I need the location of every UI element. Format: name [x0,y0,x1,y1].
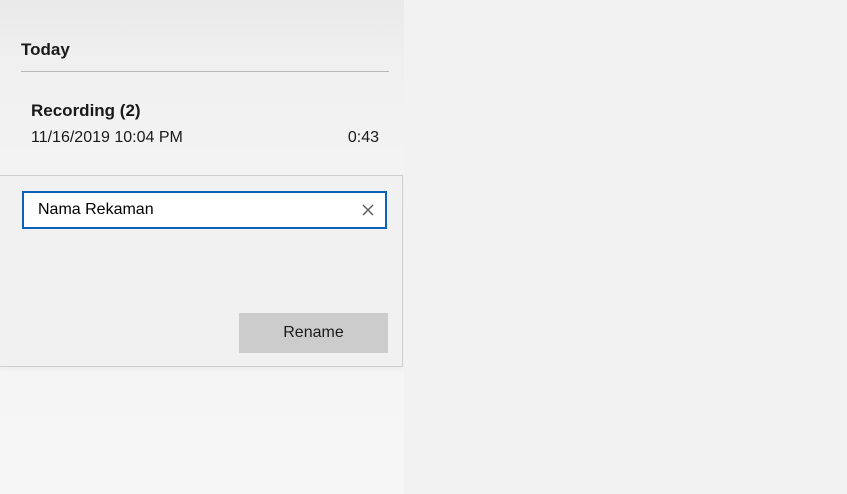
close-icon [362,204,374,216]
recordings-pane: Today Recording (2) 11/16/2019 10:04 PM … [0,0,404,494]
rename-input-container [22,191,387,229]
recording-list-item[interactable]: Recording (2) 11/16/2019 10:04 PM 0:43 [0,92,404,156]
clear-text-button[interactable] [357,199,379,221]
recording-duration: 0:43 [347,129,379,146]
group-divider [21,71,389,72]
group-header-today: Today [21,40,70,59]
detail-pane [404,0,847,494]
rename-input[interactable] [24,193,344,227]
recording-title: Recording (2) [31,101,141,120]
rename-button[interactable]: Rename [239,313,388,353]
recording-date: 11/16/2019 10:04 PM [31,129,183,146]
rename-flyout: Rename [0,175,403,367]
